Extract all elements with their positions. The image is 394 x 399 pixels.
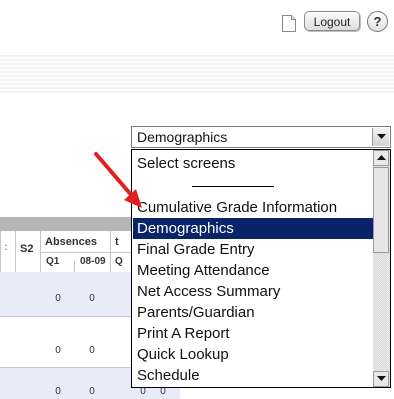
absences-header: Absences bbox=[45, 236, 97, 248]
option-schedule[interactable]: Schedule bbox=[133, 365, 373, 386]
scroll-down-button[interactable] bbox=[373, 371, 389, 387]
option-separator bbox=[192, 186, 274, 187]
cell-08-09: 0 bbox=[89, 293, 95, 304]
scroll-thumb[interactable] bbox=[373, 167, 389, 253]
table-row: 0 0 bbox=[0, 272, 140, 316]
cell-q1: 0 bbox=[55, 293, 61, 304]
screen-select-value: Demographics bbox=[137, 129, 228, 145]
subheader-q1: Q1 bbox=[46, 256, 60, 267]
document-icon[interactable] bbox=[282, 15, 296, 32]
subheader-08-09: 08-09 bbox=[80, 256, 106, 267]
chevron-down-icon bbox=[376, 376, 386, 381]
cell-q1: 0 bbox=[55, 386, 61, 397]
option-final-grade-entry[interactable]: Final Grade Entry bbox=[133, 239, 373, 260]
select-dropdown-button[interactable] bbox=[372, 128, 389, 146]
screen-options-list[interactable]: Select screens Cumulative Grade Informat… bbox=[131, 149, 391, 388]
subheader-cut: Q bbox=[115, 256, 123, 267]
cell-q1: 0 bbox=[55, 345, 61, 356]
table-row: 0 0 bbox=[0, 317, 140, 367]
red-arrow-annotation bbox=[94, 152, 142, 208]
column-header-s2: S2 bbox=[20, 243, 34, 255]
list-scrollbar[interactable] bbox=[373, 150, 390, 387]
option-meeting-attendance[interactable]: Meeting Attendance bbox=[133, 260, 373, 281]
scroll-up-button[interactable] bbox=[373, 150, 389, 166]
cell-08-09: 0 bbox=[89, 386, 95, 397]
chevron-down-icon bbox=[376, 134, 386, 139]
option-parents-guardian[interactable]: Parents/Guardian bbox=[133, 302, 373, 323]
table-header-bar bbox=[0, 217, 140, 231]
screen-select[interactable]: Demographics bbox=[131, 126, 391, 148]
column-header-cut: t bbox=[115, 236, 119, 248]
column-cut-marker: : bbox=[4, 241, 8, 253]
option-demographics[interactable]: Demographics bbox=[133, 218, 373, 239]
striped-header-band bbox=[0, 55, 394, 93]
chevron-up-icon bbox=[376, 155, 386, 160]
logout-button[interactable]: Logout bbox=[304, 11, 360, 31]
option-quick-lookup[interactable]: Quick Lookup bbox=[133, 344, 373, 365]
header-divider bbox=[40, 252, 140, 253]
help-button[interactable]: ? bbox=[367, 11, 388, 32]
cell-08-09: 0 bbox=[89, 345, 95, 356]
option-net-access-summary[interactable]: Net Access Summary bbox=[133, 281, 373, 302]
option-select-screens[interactable]: Select screens bbox=[133, 153, 373, 174]
option-cumulative-grade-information[interactable]: Cumulative Grade Information bbox=[133, 197, 373, 218]
option-print-a-report[interactable]: Print A Report bbox=[133, 323, 373, 344]
